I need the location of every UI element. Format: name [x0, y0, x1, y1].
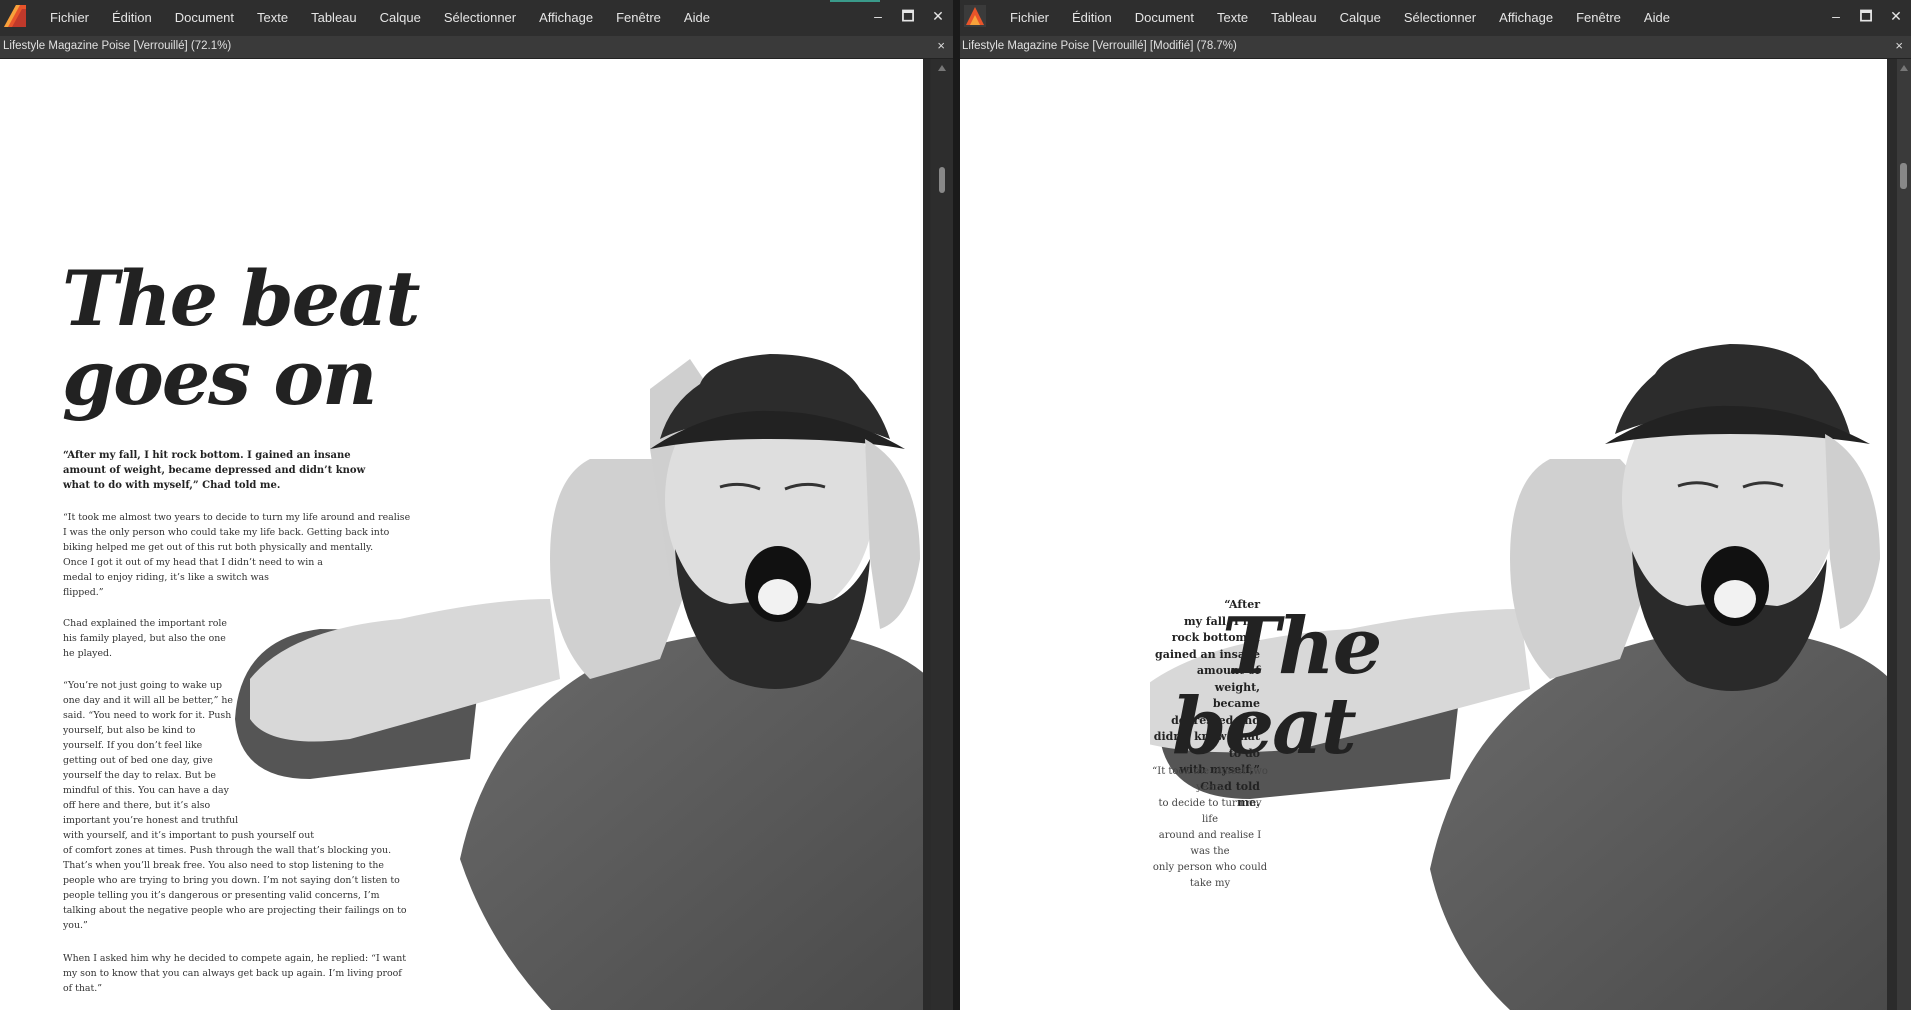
- vertical-scrollbar[interactable]: [1897, 59, 1911, 1010]
- text-line: take my: [1189, 878, 1231, 889]
- active-indicator: [830, 0, 880, 2]
- menu-tableau[interactable]: Tableau: [311, 10, 357, 25]
- article-paragraph-1: “It took me almost two years to decide t…: [63, 510, 410, 600]
- menu-affichage[interactable]: Affichage: [1499, 10, 1553, 25]
- article-paragraph-2: Chad explained the important role his fa…: [63, 616, 227, 661]
- text-line: Once I got it out of my head that I didn…: [63, 557, 323, 568]
- maximize-icon[interactable]: 🗖: [893, 4, 923, 28]
- left-window: Fichier Édition Document Texte Tableau C…: [0, 0, 953, 1010]
- menu-aide[interactable]: Aide: [1644, 10, 1670, 25]
- text-line: one day and it will all be better,” he: [63, 695, 233, 706]
- article-headline: The beat: [1172, 607, 1382, 767]
- scroll-up-icon[interactable]: [938, 65, 946, 71]
- text-line: “It took me almost two years to decide t…: [63, 512, 411, 523]
- wrapped-body: “It took me almost two years to decide t…: [1150, 764, 1270, 892]
- menu-texte[interactable]: Texte: [257, 10, 288, 25]
- text-line: Chad explained the important role: [63, 618, 227, 629]
- text-line: of that.”: [63, 983, 103, 994]
- menu-edition[interactable]: Édition: [1072, 10, 1112, 25]
- text-line: I was the only person who could take my …: [63, 527, 390, 538]
- text-line: mindful of this. You can have a day: [63, 785, 229, 796]
- window-controls: – 🗖 ✕: [1821, 4, 1911, 28]
- menu-fichier[interactable]: Fichier: [50, 10, 89, 25]
- menu-edition[interactable]: Édition: [112, 10, 152, 25]
- minimize-icon[interactable]: –: [863, 4, 893, 28]
- headline-line-1: The beat: [62, 254, 420, 343]
- menu-selectionner[interactable]: Sélectionner: [444, 10, 516, 25]
- menu-document[interactable]: Document: [175, 10, 234, 25]
- scroll-thumb[interactable]: [939, 167, 945, 193]
- text-line: people who are trying to bring you down.…: [63, 875, 400, 886]
- text-line: yourself the day to relax. But be: [63, 770, 216, 781]
- text-line: he played.: [63, 648, 112, 659]
- menu-fenetre[interactable]: Fenêtre: [616, 10, 661, 25]
- menu-selectionner[interactable]: Sélectionner: [1404, 10, 1476, 25]
- text-line: getting out of bed one day, give: [63, 755, 213, 766]
- text-line: That’s when you’ll break free. You also …: [63, 860, 384, 871]
- app-logo-icon[interactable]: [4, 5, 26, 27]
- close-icon[interactable]: ✕: [1881, 4, 1911, 28]
- app-logo-icon[interactable]: [964, 5, 986, 27]
- text-line: talking about the negative people who ar…: [63, 905, 407, 916]
- text-line: of comfort zones at times. Push through …: [63, 845, 392, 856]
- headline-line-1: The: [1222, 601, 1382, 692]
- maximize-icon[interactable]: 🗖: [1851, 4, 1881, 28]
- menu-affichage[interactable]: Affichage: [539, 10, 593, 25]
- text-line: people telling you it’s dangerous or pre…: [63, 890, 380, 901]
- text-line: When I asked him why he decided to compe…: [63, 953, 407, 964]
- right-window: Fichier Édition Document Texte Tableau C…: [960, 0, 1911, 1010]
- scroll-thumb[interactable]: [1900, 163, 1907, 189]
- document-tab[interactable]: Lifestyle Magazine Poise [Verrouillé] (7…: [0, 36, 953, 59]
- text-line: important you’re honest and truthful: [63, 815, 239, 826]
- close-icon[interactable]: ✕: [923, 4, 953, 28]
- article-lead: “After my fall, I hit rock bottom. I gai…: [63, 450, 366, 491]
- text-line: biking helped me get out of this rut bot…: [63, 542, 374, 553]
- document-canvas[interactable]: The beat goes on “After my fall, I hit r…: [0, 59, 923, 1010]
- menu-tableau[interactable]: Tableau: [1271, 10, 1317, 25]
- menu-aide[interactable]: Aide: [684, 10, 710, 25]
- text-line: said. “You need to work for it. Push: [63, 710, 232, 721]
- document-tab[interactable]: Lifestyle Magazine Poise [Verrouillé] [M…: [960, 36, 1911, 59]
- menu-texte[interactable]: Texte: [1217, 10, 1248, 25]
- tab-close-icon[interactable]: ×: [1895, 38, 1903, 53]
- text-line: only person who could: [1152, 862, 1268, 873]
- minimize-icon[interactable]: –: [1821, 4, 1851, 28]
- tab-close-icon[interactable]: ×: [937, 38, 945, 53]
- document-title: Lifestyle Magazine Poise [Verrouillé] (7…: [3, 40, 232, 52]
- document-canvas[interactable]: “After my fall, I hit rock bottom. I gai…: [960, 59, 1887, 1010]
- text-line: with yourself, and it’s important to pus…: [63, 830, 315, 841]
- article-paragraph-4: When I asked him why he decided to compe…: [63, 951, 406, 996]
- main-menu: Fichier Édition Document Texte Tableau C…: [1010, 10, 1693, 25]
- window-divider: [953, 0, 960, 1010]
- menu-calque[interactable]: Calque: [380, 10, 421, 25]
- menu-bar: Fichier Édition Document Texte Tableau C…: [0, 0, 953, 36]
- menu-fenetre[interactable]: Fenêtre: [1576, 10, 1621, 25]
- text-line: to decide to turn my life: [1158, 798, 1262, 825]
- window-controls: – 🗖 ✕: [863, 4, 953, 28]
- text-line: yourself, but also be kind to: [63, 725, 196, 736]
- text-line: off here and there, but it’s also: [63, 800, 211, 811]
- menu-calque[interactable]: Calque: [1340, 10, 1381, 25]
- text-line: medal to enjoy riding, it’s like a switc…: [63, 572, 269, 583]
- text-line: you.”: [63, 920, 88, 931]
- article-paragraph-3: “You’re not just going to wake up one da…: [63, 678, 407, 933]
- menu-document[interactable]: Document: [1135, 10, 1194, 25]
- text-line: “You’re not just going to wake up: [63, 680, 222, 691]
- menu-bar: Fichier Édition Document Texte Tableau C…: [960, 0, 1911, 36]
- article-headline: The beat goes on: [62, 259, 420, 417]
- headline-line-2: goes on: [62, 333, 377, 422]
- vertical-scrollbar[interactable]: [931, 59, 953, 1010]
- text-line: his family played, but also the one: [63, 633, 226, 644]
- main-menu: Fichier Édition Document Texte Tableau C…: [50, 10, 733, 25]
- menu-fichier[interactable]: Fichier: [1010, 10, 1049, 25]
- text-line: flipped.”: [63, 587, 104, 598]
- text-line: my son to know that you can always get b…: [63, 968, 402, 979]
- document-title: Lifestyle Magazine Poise [Verrouillé] [M…: [962, 40, 1237, 52]
- scroll-up-icon[interactable]: [1900, 65, 1908, 71]
- text-line: yourself. If you don’t feel like: [63, 740, 203, 751]
- headline-line-2: beat: [1172, 681, 1357, 772]
- text-line: around and realise I was the: [1158, 830, 1262, 857]
